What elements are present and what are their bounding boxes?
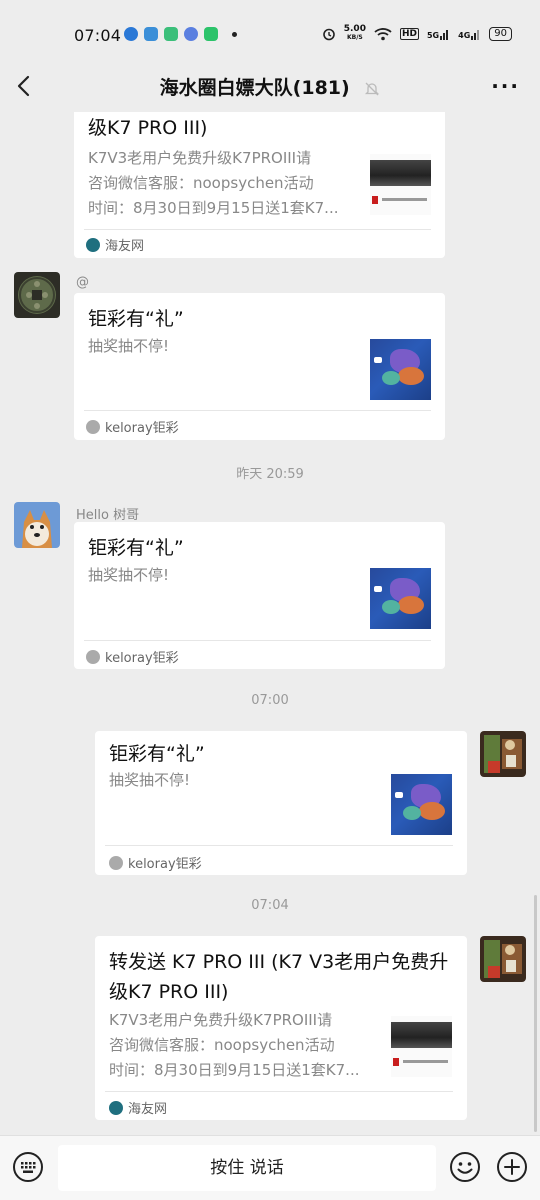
sender-name: Hello 树哥 (76, 508, 140, 523)
app-notification-icon (204, 27, 218, 41)
more-notifications-dot (232, 31, 237, 37)
chat-title: 海水圈白嫖大队(181) (0, 73, 540, 100)
link-card-title: 转发送 K7 PRO III (K7 V3老用户免费升 级K7 PRO III) (109, 947, 459, 1007)
source-name: 海友网 (128, 1102, 168, 1117)
card-divider (84, 229, 431, 230)
network-speed: 5.00 KB/S (344, 25, 366, 42)
hold-to-talk-button[interactable]: 按住 说话 (58, 1145, 436, 1191)
wifi-icon (374, 27, 392, 40)
link-card-source: keloray钜彩 (86, 647, 179, 666)
app-notification-icon (144, 27, 158, 41)
source-logo-icon (109, 1100, 123, 1115)
link-card[interactable]: 钜彩有“礼” 抽奖抽不停! keloray钜彩 (74, 293, 445, 440)
title-line: 转发送 K7 PRO III (K7 V3老用户免费升 (109, 951, 449, 973)
link-card-description: 抽奖抽不停! (88, 566, 170, 584)
battery-indicator: 90 (489, 26, 512, 41)
desc-line: 咨询微信客服：noopsychen活动 (109, 1036, 335, 1054)
app-notification-icon (124, 27, 138, 41)
link-card-description: K7V3老用户免费升级K7PROIII请 咨询微信客服：noopsychen活动… (109, 1008, 377, 1083)
card-divider (84, 410, 431, 411)
avatar[interactable] (480, 731, 526, 777)
more-dots-icon[interactable]: ··· (491, 74, 520, 98)
alarm-icon (322, 28, 335, 40)
avatar[interactable] (14, 272, 60, 318)
network-speed-value: 5.00 (343, 24, 366, 34)
link-card[interactable]: 级K7 PRO III) K7V3老用户免费升级K7PROIII请 咨询微信客服… (74, 112, 445, 258)
link-card-title: 级K7 PRO III) (88, 117, 208, 139)
source-name: keloray钜彩 (105, 651, 179, 666)
source-logo-icon (86, 237, 100, 252)
source-name: keloray钜彩 (105, 421, 179, 436)
app-notification-icon (164, 27, 178, 41)
chat-header: 海水圈白嫖大队(181) ··· (0, 60, 540, 112)
desc-line: 咨询微信客服：noopsychen活动 (88, 174, 314, 192)
link-card[interactable]: 转发送 K7 PRO III (K7 V3老用户免费升 级K7 PRO III)… (95, 936, 467, 1120)
link-card[interactable]: 钜彩有“礼” 抽奖抽不停! keloray钜彩 (74, 522, 445, 669)
link-card-thumbnail (370, 568, 431, 629)
link-card-source: 海友网 (109, 1098, 167, 1117)
status-time: 07:04 (74, 26, 122, 45)
bell-muted-icon (365, 82, 380, 95)
timestamp: 07:04 (251, 898, 289, 913)
link-card-thumbnail (370, 154, 431, 215)
desc-line: 时间：8月30日到9月15日送1套K7... (88, 199, 339, 217)
sender-name: @ (76, 275, 89, 290)
link-card-source: keloray钜彩 (109, 853, 202, 872)
signal-5g-label: 5G (426, 30, 440, 40)
status-indicators: 5.00 KB/S HD 5G 4G 90 (322, 25, 512, 42)
title-line: 级K7 PRO III) (109, 981, 229, 1003)
card-divider (105, 1091, 453, 1092)
link-card-title: 钜彩有“礼” (88, 537, 184, 559)
signal-4g: 4G (458, 28, 481, 40)
scrollbar[interactable] (534, 895, 537, 1132)
source-logo-icon (86, 419, 100, 434)
desc-line: 时间：8月30日到9月15日送1套K7... (109, 1061, 360, 1079)
link-card-source: 海友网 (86, 235, 144, 254)
desc-line: K7V3老用户免费升级K7PROIII请 (109, 1011, 333, 1029)
source-logo-icon (109, 855, 123, 870)
link-card-source: keloray钜彩 (86, 417, 179, 436)
input-bar: 按住 说话 (0, 1135, 540, 1200)
card-divider (105, 845, 453, 846)
emoji-icon[interactable] (449, 1151, 481, 1183)
message-list[interactable]: 级K7 PRO III) K7V3老用户免费升级K7PROIII请 咨询微信客服… (0, 112, 540, 1135)
link-card-thumbnail (391, 1016, 452, 1077)
link-card-description: K7V3老用户免费升级K7PROIII请 咨询微信客服：noopsychen活动… (88, 146, 348, 221)
link-card-title: 钜彩有“礼” (109, 743, 205, 765)
desc-line: K7V3老用户免费升级K7PROIII请 (88, 149, 312, 167)
link-card[interactable]: 钜彩有“礼” 抽奖抽不停! keloray钜彩 (95, 731, 467, 875)
source-logo-icon (86, 649, 100, 664)
link-card-description: 抽奖抽不停! (88, 337, 170, 355)
group-name: 海水圈白嫖大队(181) (159, 77, 350, 99)
hd-badge: HD (399, 27, 419, 40)
source-name: keloray钜彩 (128, 857, 202, 872)
source-name: 海友网 (105, 239, 145, 254)
keyboard-icon[interactable] (12, 1151, 44, 1183)
avatar[interactable] (480, 936, 526, 982)
link-card-thumbnail (391, 774, 452, 835)
timestamp: 昨天 20:59 (236, 467, 304, 482)
status-app-icons (124, 27, 237, 41)
timestamp: 07:00 (251, 693, 289, 708)
avatar[interactable] (14, 502, 60, 548)
link-card-title: 钜彩有“礼” (88, 308, 184, 330)
network-speed-unit: KB/S (346, 34, 363, 41)
link-card-description: 抽奖抽不停! (109, 771, 191, 789)
app-notification-icon (184, 27, 198, 41)
signal-4g-label: 4G (458, 30, 471, 40)
signal-5g: 5G (427, 28, 450, 40)
plus-icon[interactable] (496, 1151, 528, 1183)
link-card-thumbnail (370, 339, 431, 400)
card-divider (84, 640, 431, 641)
